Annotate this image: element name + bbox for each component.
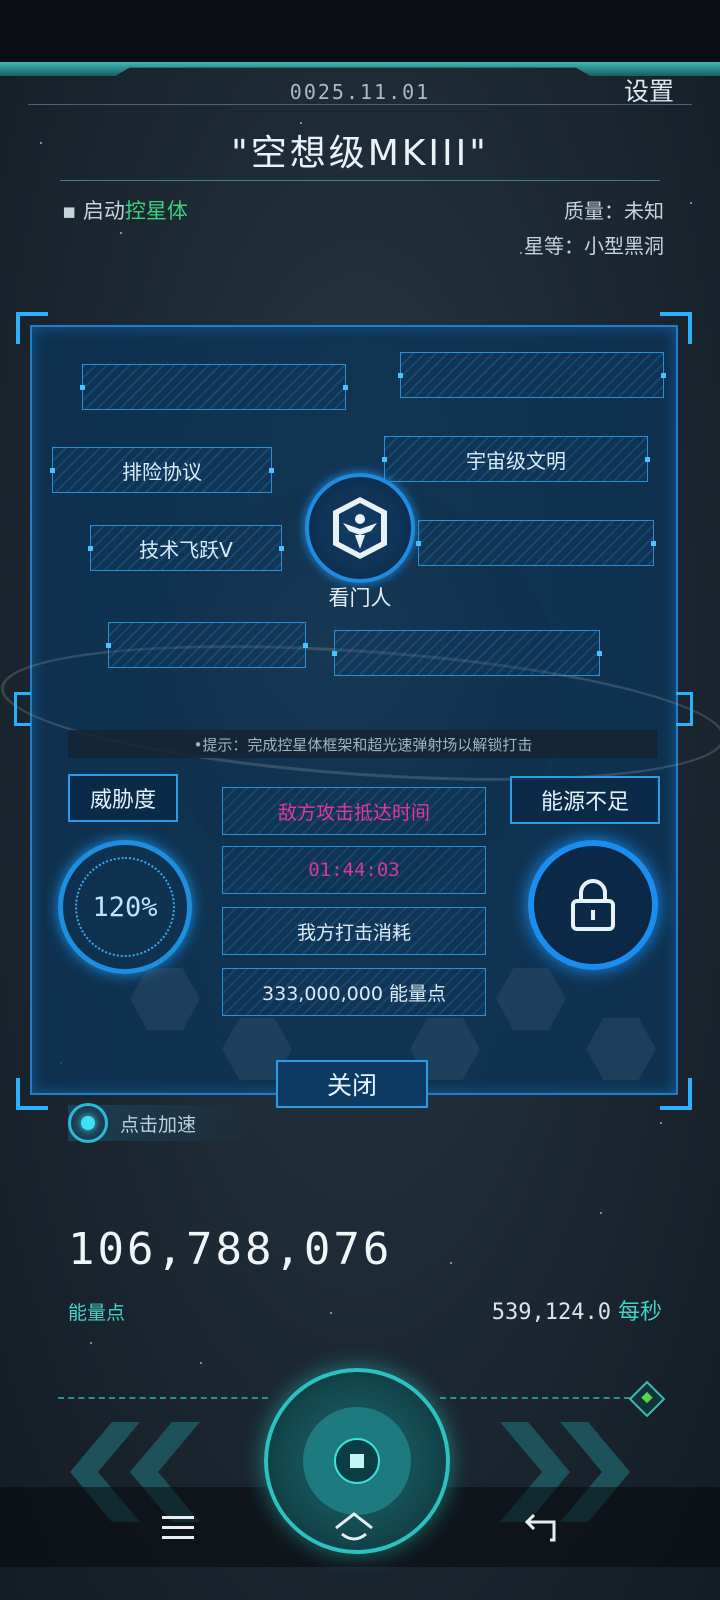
rate-value: 539,124.0: [491, 1300, 611, 1325]
energy-label: 能量点: [68, 1302, 126, 1324]
tech-node-empty[interactable]: [332, 630, 602, 676]
tech-node-tech-leap-v[interactable]: 技术飞跃V: [88, 525, 284, 571]
launch-target-link[interactable]: 控星体: [125, 199, 188, 223]
tech-node-empty[interactable]: [106, 622, 308, 668]
panel-side-mark: [676, 692, 693, 726]
rank-info: 星等：小型黑洞: [524, 234, 664, 258]
energy-rate: 539,124.0 每秒: [492, 1294, 662, 1326]
gatekeeper-emblem-button[interactable]: [305, 473, 415, 583]
menu-icon[interactable]: [158, 1510, 198, 1546]
strike-lock-button[interactable]: [528, 840, 658, 970]
tech-node-empty[interactable]: [416, 520, 656, 566]
tech-node-risk-protocol[interactable]: 排险协议: [50, 447, 274, 493]
threat-label: 威胁度: [68, 774, 178, 822]
lock-icon: [571, 879, 615, 931]
panel-corner: [16, 1078, 48, 1110]
emblem-label: 看门人: [328, 586, 392, 610]
speed-up-label: 点击加速: [120, 1113, 197, 1136]
home-icon[interactable]: [332, 1510, 373, 1546]
energy-total: 106,788,076: [68, 1224, 393, 1275]
main-action-core-icon: [334, 1438, 380, 1484]
settings-button[interactable]: 设置: [624, 72, 674, 108]
panel-corner: [660, 312, 692, 344]
panel-side-mark: [14, 692, 31, 726]
energy-status-label: 能源不足: [510, 776, 660, 824]
speed-up-button[interactable]: 点击加速: [68, 1103, 258, 1143]
tech-node-cosmic-civilization[interactable]: 宇宙级文明: [382, 436, 650, 482]
hint-bar: •提示：完成控星体框架和超光速弹射场以解锁打击: [68, 730, 658, 758]
eagle-emblem-icon: [333, 497, 387, 559]
close-button[interactable]: 关闭: [276, 1060, 428, 1108]
dashed-line: [440, 1397, 630, 1399]
game-date: 0025.11.01: [289, 80, 431, 104]
arrival-timer: 01:44:03: [222, 846, 486, 894]
rate-unit: 每秒: [617, 1300, 662, 1325]
launch-prefix: 启动: [82, 199, 125, 223]
tech-node-empty[interactable]: [398, 352, 666, 398]
ship-title: "空想级MKIII": [231, 133, 489, 174]
dashed-line: [58, 1397, 268, 1399]
threat-gauge: 120%: [58, 840, 192, 974]
launch-line: ▪ 启动控星体: [62, 195, 188, 225]
panel-corner: [16, 312, 48, 344]
tech-node-empty[interactable]: [80, 364, 348, 410]
title-divider: [60, 180, 660, 181]
back-icon[interactable]: [520, 1510, 560, 1546]
launch-bullet: ▪: [62, 199, 83, 223]
panel-corner: [660, 1078, 692, 1110]
speed-up-icon: [68, 1103, 108, 1143]
cost-value: 333,000,000 能量点: [222, 968, 486, 1016]
threat-value: 120%: [75, 857, 175, 957]
main-action-ring: [303, 1407, 411, 1515]
cost-label: 我方打击消耗: [222, 907, 486, 955]
arrival-label: 敌方攻击抵达时间: [222, 787, 486, 835]
header-divider: [28, 104, 692, 105]
mass-info: 质量：未知: [564, 199, 664, 223]
